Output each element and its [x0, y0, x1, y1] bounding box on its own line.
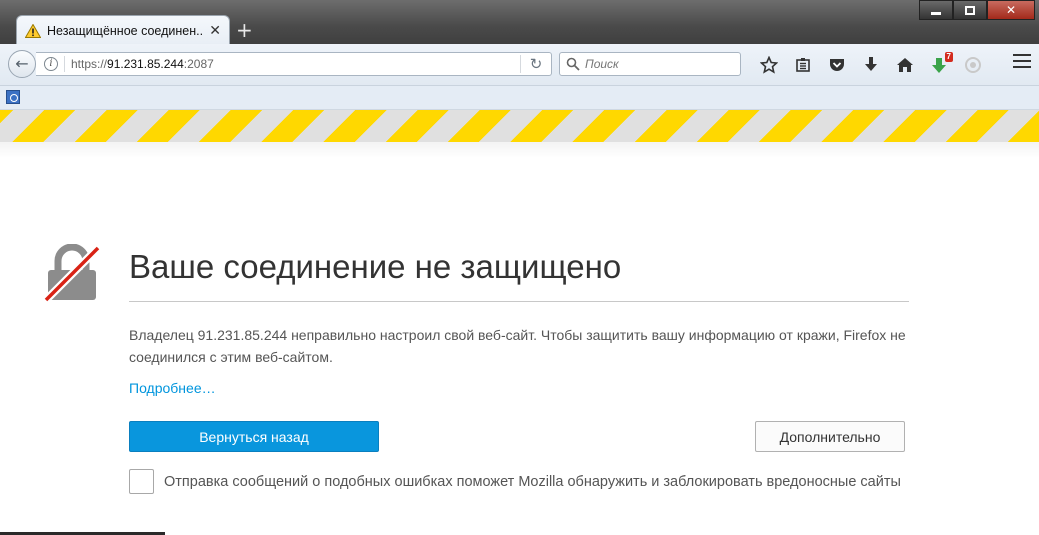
maximize-icon: [965, 6, 975, 15]
menu-icon[interactable]: [1013, 54, 1031, 70]
pocket-icon[interactable]: [820, 53, 854, 77]
reading-list-icon[interactable]: [786, 53, 820, 77]
navigation-toolbar: ← i https://91.231.85.244:2087 ↻ Поиск 7: [0, 44, 1039, 86]
close-icon: ✕: [1005, 3, 1017, 17]
tab-close-icon[interactable]: ✕: [209, 23, 221, 39]
report-errors-checkbox[interactable]: [129, 469, 154, 494]
browser-window: ✕ Незащищённое соединен... ✕ + ← i https…: [0, 0, 1039, 535]
tab-insecure-connection[interactable]: Незащищённое соединен... ✕: [16, 15, 230, 45]
search-bar[interactable]: [559, 52, 741, 76]
stripe-fade: [0, 142, 1039, 158]
title-bar: ✕ Незащищённое соединен... ✕ +: [0, 0, 1039, 45]
maximize-button[interactable]: [953, 0, 987, 20]
bookmark-favicon-icon[interactable]: [6, 90, 20, 104]
warning-stripe: [0, 110, 1039, 142]
page-title: Ваше соединение не защищено: [129, 248, 622, 285]
extension-badge: 7: [944, 52, 953, 62]
menu-bar-1: [1013, 54, 1031, 56]
home-icon[interactable]: [888, 53, 922, 77]
new-tab-button[interactable]: +: [236, 18, 253, 42]
bookmarks-toolbar: [0, 86, 1039, 110]
search-input[interactable]: [585, 57, 735, 71]
reload-icon[interactable]: ↻: [521, 55, 551, 73]
extension-icon[interactable]: 7: [922, 52, 956, 77]
title-divider: [129, 301, 909, 302]
report-errors-label: Отправка сообщений о подобных ошибках по…: [164, 474, 901, 490]
error-page: Ваше соединение не защищено Владелец 91.…: [0, 158, 1039, 535]
url-host: 91.231.85.244: [107, 57, 184, 71]
url-text[interactable]: https://91.231.85.244:2087: [71, 57, 520, 71]
broken-lock-icon: [44, 244, 100, 302]
go-back-button[interactable]: Вернуться назад: [129, 421, 379, 452]
minimize-button[interactable]: [919, 0, 953, 20]
sync-icon[interactable]: [956, 53, 990, 77]
url-port: :2087: [183, 57, 214, 71]
warning-triangle-icon: [25, 23, 41, 38]
back-button[interactable]: ←: [8, 50, 36, 78]
tab-title: Незащищённое соединен...: [47, 23, 204, 38]
error-description: Владелец 91.231.85.244 неправильно настр…: [129, 327, 906, 365]
url-scheme: https://: [71, 57, 108, 71]
window-controls: ✕: [919, 0, 1035, 20]
minimize-icon: [931, 12, 941, 15]
urlbar-divider: [64, 56, 65, 72]
advanced-button[interactable]: Дополнительно: [755, 421, 905, 452]
learn-more-link[interactable]: Подробнее…: [129, 380, 216, 396]
toolbar-icons: 7: [752, 52, 990, 78]
menu-bar-2: [1013, 60, 1031, 62]
bookmark-star-icon[interactable]: [752, 53, 786, 77]
url-bar[interactable]: i https://91.231.85.244:2087 ↻: [36, 52, 552, 76]
search-icon: [566, 57, 580, 71]
close-window-button[interactable]: ✕: [987, 0, 1035, 20]
download-icon[interactable]: [854, 53, 888, 77]
menu-bar-3: [1013, 66, 1031, 68]
site-info-icon[interactable]: i: [44, 57, 58, 71]
